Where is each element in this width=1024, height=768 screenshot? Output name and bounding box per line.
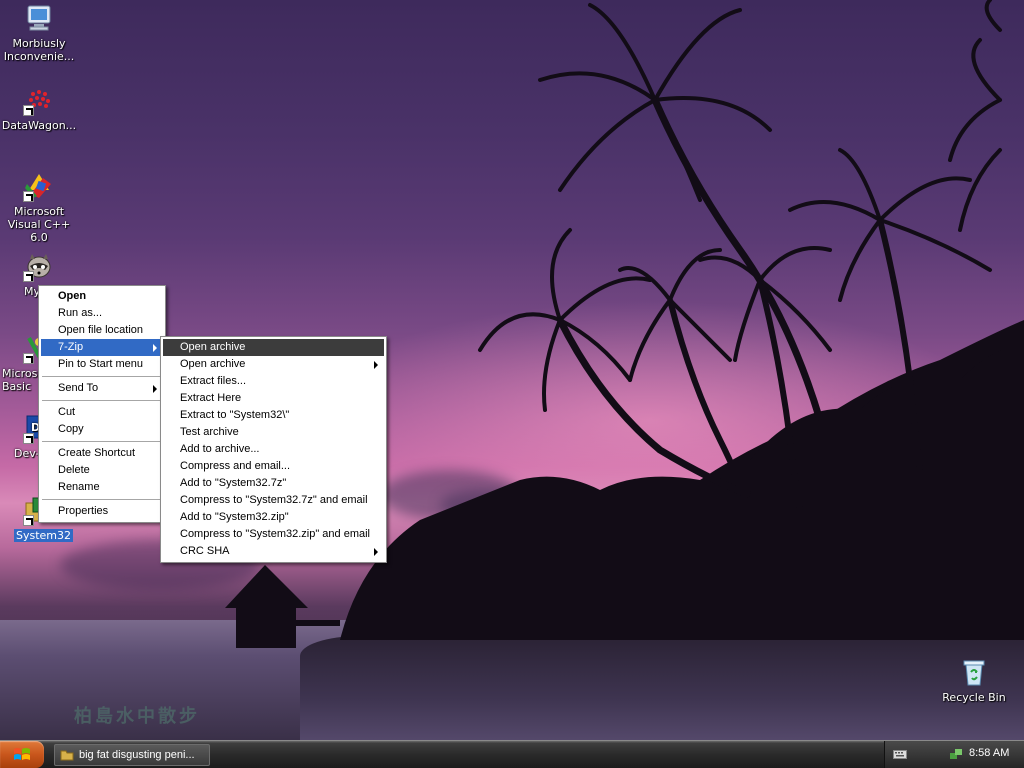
context-menu: Open Run as... Open file location 7-Zip …	[38, 285, 166, 523]
shortcut-arrow-icon	[23, 105, 34, 116]
menu-item-extract-to-folder[interactable]: Extract to "System32\"	[163, 407, 384, 424]
start-button[interactable]	[0, 741, 44, 768]
menu-item-pin-to-start[interactable]: Pin to Start menu	[41, 356, 163, 373]
menu-item-add-to-archive[interactable]: Add to archive...	[163, 441, 384, 458]
menu-item-compress-7z-email[interactable]: Compress to "System32.7z" and email	[163, 492, 384, 509]
windows-logo-icon	[14, 748, 30, 760]
menu-item-test-archive[interactable]: Test archive	[163, 424, 384, 441]
taskbar-window-button[interactable]: big fat disgusting peni...	[54, 744, 210, 766]
menu-item-send-to[interactable]: Send To	[41, 380, 163, 397]
computer-icon	[23, 2, 55, 34]
desktop-icon-label: Recycle Bin	[942, 691, 1006, 704]
desktop-icon-datawagon[interactable]: DataWagon...	[0, 84, 78, 132]
menu-item-properties[interactable]: Properties	[41, 503, 163, 520]
menu-item-open-archive-sub[interactable]: Open archive	[163, 356, 384, 373]
raccoon-icon	[23, 250, 55, 282]
menu-item-7zip[interactable]: 7-Zip	[41, 339, 163, 356]
taskbar: big fat disgusting peni... 8:58 AM	[0, 740, 1024, 768]
menu-item-delete[interactable]: Delete	[41, 462, 163, 479]
menu-item-cut[interactable]: Cut	[41, 404, 163, 421]
desktop-icon-recycle-bin[interactable]: Recycle Bin	[935, 656, 1013, 704]
menu-item-label: CRC SHA	[180, 545, 230, 557]
submenu-arrow-icon	[374, 361, 378, 369]
desktop-icon-label: Microso Basic	[2, 367, 45, 393]
submenu-arrow-icon	[153, 385, 157, 393]
menu-item-extract-here[interactable]: Extract Here	[163, 390, 384, 407]
selected-label: System32	[14, 529, 74, 542]
desktop-icon-label: Microsoft Visual C++ 6.0	[7, 205, 71, 244]
menu-separator	[42, 400, 162, 401]
menu-item-create-shortcut[interactable]: Create Shortcut	[41, 445, 163, 462]
menu-item-label: Send To	[58, 382, 99, 394]
desktop-icon-label: Morbiusly Inconvenie...	[3, 37, 75, 63]
desktop-icon-visual-cpp[interactable]: Microsoft Visual C++ 6.0	[0, 170, 78, 244]
menu-item-open[interactable]: Open	[41, 288, 163, 305]
menu-item-crc-sha[interactable]: CRC SHA	[163, 543, 384, 560]
menu-item-run-as[interactable]: Run as...	[41, 305, 163, 322]
recycle-bin-icon	[958, 656, 990, 688]
folder-icon	[60, 750, 74, 761]
menu-item-add-to-7z[interactable]: Add to "System32.7z"	[163, 475, 384, 492]
submenu-arrow-icon	[153, 344, 157, 352]
menu-item-compress-and-email[interactable]: Compress and email...	[163, 458, 384, 475]
menu-item-label: Open archive	[180, 358, 246, 370]
menu-item-compress-zip-email[interactable]: Compress to "System32.zip" and email	[163, 526, 384, 543]
submenu-arrow-icon	[374, 548, 378, 556]
datawagon-icon	[23, 84, 55, 116]
menu-separator	[42, 499, 162, 500]
network-icon[interactable]	[949, 747, 963, 761]
menu-separator	[42, 376, 162, 377]
menu-item-rename[interactable]: Rename	[41, 479, 163, 496]
desktop-icon-my-computer[interactable]: Morbiusly Inconvenie...	[0, 2, 78, 63]
shortcut-arrow-icon	[23, 515, 34, 526]
wallpaper-watermark: 柏島水中散步	[74, 706, 200, 727]
menu-item-copy[interactable]: Copy	[41, 421, 163, 438]
menu-separator	[42, 441, 162, 442]
keyboard-icon[interactable]	[893, 748, 907, 760]
7zip-submenu: Open archive Open archive Extract files.…	[160, 336, 387, 563]
desktop-icon-label: System32	[0, 529, 78, 542]
menu-item-open-file-location[interactable]: Open file location	[41, 322, 163, 339]
system-tray: 8:58 AM	[884, 741, 1024, 768]
menu-item-open-archive[interactable]: Open archive	[163, 339, 384, 356]
taskbar-window-title: big fat disgusting peni...	[79, 749, 195, 761]
menu-item-add-to-zip[interactable]: Add to "System32.zip"	[163, 509, 384, 526]
menu-item-label: 7-Zip	[58, 341, 84, 353]
shortcut-arrow-icon	[23, 433, 34, 444]
desktop-icon-label: DataWagon...	[1, 119, 77, 132]
clock[interactable]: 8:58 AM	[969, 747, 1009, 759]
menu-item-extract-files[interactable]: Extract files...	[163, 373, 384, 390]
visual-cpp-icon	[23, 170, 55, 202]
shortcut-arrow-icon	[23, 191, 34, 202]
shortcut-arrow-icon	[23, 271, 34, 282]
shortcut-arrow-icon	[23, 353, 34, 364]
